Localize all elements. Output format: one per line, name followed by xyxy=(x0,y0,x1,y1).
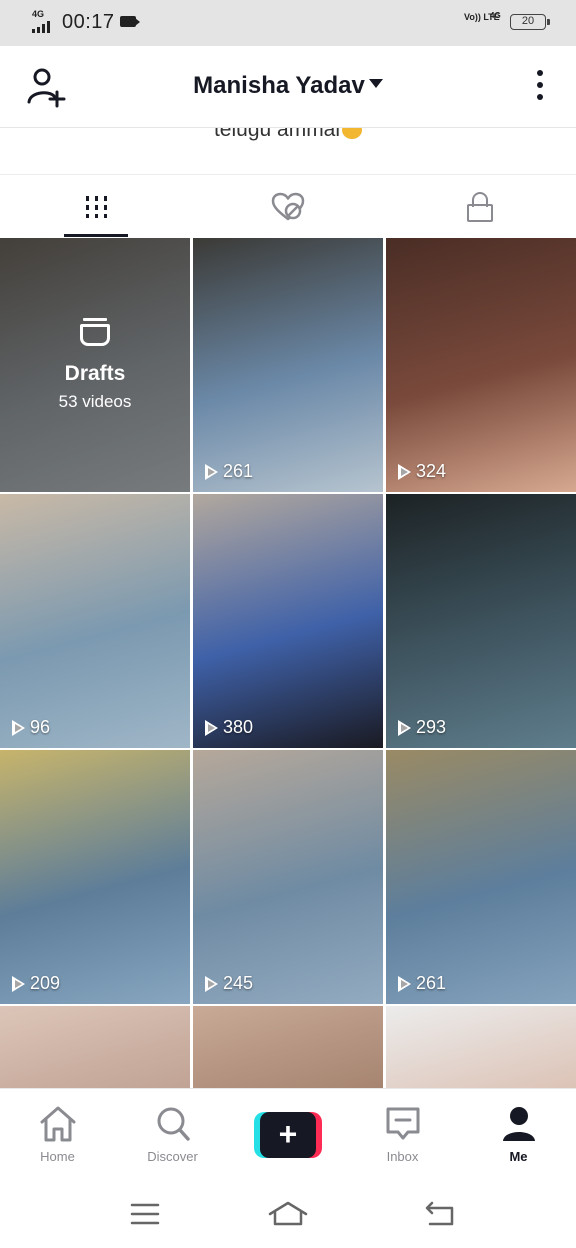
view-count: 261 xyxy=(205,461,253,482)
play-icon xyxy=(398,719,411,736)
inbox-icon xyxy=(383,1105,423,1143)
nav-discover[interactable]: Discover xyxy=(115,1089,230,1179)
grid-icon xyxy=(85,196,107,218)
nav-inbox[interactable]: Inbox xyxy=(345,1089,460,1179)
play-icon xyxy=(205,463,218,480)
system-navigation-bar xyxy=(0,1178,576,1248)
tab-private[interactable] xyxy=(384,175,576,239)
plus-icon: + xyxy=(260,1112,316,1158)
nav-discover-label: Discover xyxy=(147,1149,198,1164)
nav-me[interactable]: Me xyxy=(461,1089,576,1179)
video-tile[interactable] xyxy=(0,1006,190,1088)
profile-header: Manisha Yadav xyxy=(0,46,576,128)
more-vertical-icon[interactable] xyxy=(534,70,546,104)
status-right: Vo)) LTE 4G 20 xyxy=(464,10,550,36)
play-icon xyxy=(398,975,411,992)
status-time: 00:17 xyxy=(62,11,115,33)
video-tile[interactable]: 261 xyxy=(386,750,576,1004)
create-video-button[interactable]: + xyxy=(254,1112,322,1158)
profile-icon xyxy=(499,1105,539,1143)
view-count: 209 xyxy=(12,973,60,994)
tab-liked[interactable] xyxy=(192,175,384,239)
home-outline-icon[interactable] xyxy=(268,1200,308,1228)
profile-bio: telugu ammai xyxy=(0,128,576,174)
emoji-icon xyxy=(342,128,363,140)
drafts-count: 53 videos xyxy=(58,392,132,411)
signal-icon xyxy=(32,21,50,33)
bottom-nav: Home Discover + Inbox Me xyxy=(0,1088,576,1178)
video-grid: Drafts 53 videos 261 324 96 380 293 209 … xyxy=(0,238,576,1088)
profile-tabs xyxy=(0,174,576,238)
caret-down-icon xyxy=(368,79,383,89)
view-count: 324 xyxy=(398,461,446,482)
drafts-tile[interactable]: Drafts 53 videos xyxy=(0,238,190,492)
network-type-right: 4G xyxy=(490,11,501,20)
video-tile[interactable]: 293 xyxy=(386,494,576,748)
video-camera-icon xyxy=(120,16,140,27)
play-icon xyxy=(205,975,218,992)
nav-inbox-label: Inbox xyxy=(386,1149,419,1164)
network-type: 4G xyxy=(32,9,45,19)
play-icon xyxy=(12,975,25,992)
back-icon[interactable] xyxy=(420,1200,460,1228)
drafts-title: Drafts xyxy=(64,362,126,385)
tab-videos[interactable] xyxy=(0,175,192,239)
view-count: 293 xyxy=(398,717,446,738)
play-icon xyxy=(205,719,218,736)
video-tile[interactable]: 96 xyxy=(0,494,190,748)
nav-home-label: Home xyxy=(40,1149,75,1164)
bio-text: telugu ammai xyxy=(213,128,341,141)
video-tile[interactable]: 324 xyxy=(386,238,576,492)
nav-me-label: Me xyxy=(509,1149,528,1164)
lock-icon xyxy=(467,192,493,222)
drafts-box-icon xyxy=(80,318,110,348)
video-tile[interactable] xyxy=(386,1006,576,1088)
search-icon xyxy=(153,1105,193,1143)
status-bar: 4G 00:17 Vo)) LTE 4G 20 xyxy=(0,0,576,46)
profile-name: Manisha Yadav xyxy=(193,72,365,99)
liked-heart-icon xyxy=(271,192,305,221)
video-tile[interactable]: 380 xyxy=(193,494,383,748)
profile-name-dropdown[interactable]: Manisha Yadav xyxy=(0,72,576,100)
video-tile[interactable]: 209 xyxy=(0,750,190,1004)
menu-icon[interactable] xyxy=(126,1200,166,1228)
view-count: 380 xyxy=(205,717,253,738)
battery-icon: 20 xyxy=(510,14,550,30)
view-count: 245 xyxy=(205,973,253,994)
view-count: 261 xyxy=(398,973,446,994)
play-icon xyxy=(398,463,411,480)
video-tile[interactable]: 261 xyxy=(193,238,383,492)
view-count: 96 xyxy=(12,717,50,738)
home-icon xyxy=(38,1105,78,1143)
play-icon xyxy=(12,719,25,736)
video-tile[interactable] xyxy=(193,1006,383,1088)
nav-home[interactable]: Home xyxy=(0,1089,115,1179)
video-tile[interactable]: 245 xyxy=(193,750,383,1004)
